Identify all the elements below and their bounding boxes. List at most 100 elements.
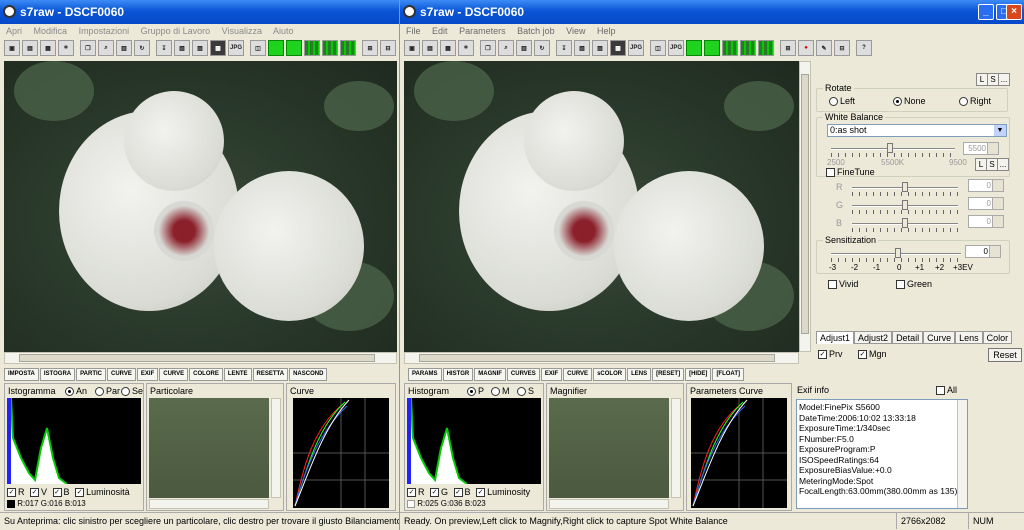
hist-mode-s[interactable]: S xyxy=(517,386,534,397)
menu-impostazioni[interactable]: Impostazioni xyxy=(79,26,130,36)
jpg2-icon[interactable]: JPG xyxy=(668,40,684,56)
view-grid1-icon[interactable] xyxy=(304,40,320,56)
tab-curve[interactable]: CURVE xyxy=(107,368,136,381)
hist-mode-p[interactable]: P xyxy=(467,386,484,397)
tiles-icon[interactable]: ⊟ xyxy=(834,40,850,56)
fine-r-slider[interactable] xyxy=(852,182,958,192)
tab-lens[interactable]: Lens xyxy=(955,331,983,344)
print-icon[interactable]: ▦ xyxy=(440,40,456,56)
rotate-none[interactable]: None xyxy=(893,96,926,107)
copy-icon[interactable]: ❐ xyxy=(80,40,96,56)
menu-parameters[interactable]: Parameters xyxy=(459,26,506,36)
fine-b-field[interactable]: 0 xyxy=(968,215,1004,228)
right-preview-image[interactable] xyxy=(404,61,799,352)
check-b[interactable]: ✓ B xyxy=(453,487,471,498)
magnifier-vscroll[interactable] xyxy=(671,398,681,498)
batch-icon[interactable]: ▥ xyxy=(116,40,132,56)
export3-icon[interactable]: ▨ xyxy=(192,40,208,56)
menu-aiuto[interactable]: Aiuto xyxy=(273,26,294,36)
tab-curve2[interactable]: CURVE xyxy=(159,368,189,381)
fine-g-slider[interactable] xyxy=(852,200,958,210)
wb-kelvin-field[interactable]: 5500 xyxy=(963,142,999,155)
right-title-bar[interactable]: s7raw - DSCF0060 _ □ × xyxy=(400,0,1024,24)
tab-curve[interactable]: Curve xyxy=(923,331,956,344)
detail-vscroll[interactable] xyxy=(271,398,281,498)
crop-icon[interactable]: ⌗ xyxy=(458,40,474,56)
export4-icon[interactable]: ▩ xyxy=(610,40,626,56)
picker-icon[interactable]: ✎ xyxy=(816,40,832,56)
menu-modifica[interactable]: Modifica xyxy=(34,26,68,36)
right-preview-vscrollbar[interactable] xyxy=(799,61,811,352)
tab-scolor[interactable]: sCOLOR xyxy=(593,368,627,381)
export-icon[interactable]: ↧ xyxy=(156,40,172,56)
rotate-left[interactable]: Left xyxy=(829,96,855,107)
check-r[interactable]: ✓ R xyxy=(7,487,25,498)
tab-color[interactable]: Color xyxy=(982,331,1013,344)
wb-slider[interactable] xyxy=(831,143,955,153)
fine-g-field[interactable]: 0 xyxy=(968,197,1004,210)
check-lum[interactable]: ✓ Luminosity xyxy=(476,487,530,498)
tab-istogra[interactable]: ISTOGRA xyxy=(39,368,76,381)
layout-icon[interactable]: ◫ xyxy=(650,40,666,56)
view-grid3-icon[interactable] xyxy=(758,40,774,56)
crop-icon[interactable]: ⌗ xyxy=(58,40,74,56)
tab-hide[interactable]: [HIDE] xyxy=(685,368,712,381)
detail-view[interactable] xyxy=(149,398,269,498)
tab-colore[interactable]: COLORE xyxy=(189,368,223,381)
view-grid2-icon[interactable] xyxy=(740,40,756,56)
view-green1-icon[interactable] xyxy=(686,40,702,56)
tab-adjust2[interactable]: Adjust2 xyxy=(854,331,893,344)
export3-icon[interactable]: ▨ xyxy=(592,40,608,56)
check-g[interactable]: ✓ G xyxy=(430,487,448,498)
batch-icon[interactable]: ▥ xyxy=(516,40,532,56)
fine-r-field[interactable]: 0 xyxy=(968,179,1004,192)
tab-histgr[interactable]: HISTGR xyxy=(442,368,474,381)
vivid-check[interactable]: Vivid xyxy=(828,279,858,290)
tiles-icon[interactable]: ⊟ xyxy=(380,40,396,56)
help-icon[interactable]: ? xyxy=(856,40,872,56)
check-b[interactable]: ✓ B xyxy=(52,487,70,498)
tab-lens[interactable]: LENS xyxy=(627,368,652,381)
sens-slider[interactable] xyxy=(831,248,961,258)
open-icon[interactable]: ▣ xyxy=(4,40,20,56)
zoom-icon[interactable]: ⌕ xyxy=(98,40,114,56)
tab-exif[interactable]: EXIF xyxy=(540,368,563,381)
print-icon[interactable]: ▦ xyxy=(40,40,56,56)
tab-magnif[interactable]: MAGNIF xyxy=(474,368,506,381)
tab-resetta[interactable]: RESETTA xyxy=(252,368,289,381)
zoom-icon[interactable]: ⌕ xyxy=(498,40,514,56)
tab-adjust1[interactable]: Adjust1 xyxy=(816,331,855,344)
view-grid2-icon[interactable] xyxy=(322,40,338,56)
more-button[interactable]: ... xyxy=(998,73,1010,86)
menu-visualizza[interactable]: Visualizza xyxy=(222,26,262,36)
export2-icon[interactable]: ▧ xyxy=(174,40,190,56)
left-preview-scrollbar[interactable] xyxy=(4,352,397,364)
view-green1-icon[interactable] xyxy=(268,40,284,56)
hist-mode-an[interactable]: An xyxy=(65,386,87,397)
view-green2-icon[interactable] xyxy=(286,40,302,56)
hist-mode-se[interactable]: Se xyxy=(121,386,143,397)
menu-batch-job[interactable]: Batch job xyxy=(517,26,555,36)
layout-icon[interactable]: ◫ xyxy=(250,40,266,56)
open-icon[interactable]: ▣ xyxy=(404,40,420,56)
tab-exif[interactable]: EXIF xyxy=(136,368,159,381)
prv-check[interactable]: ✓ Prv xyxy=(818,349,843,360)
wb-select[interactable]: 0:as shot ▼ xyxy=(827,124,1007,137)
view-green2-icon[interactable] xyxy=(704,40,720,56)
color-icon[interactable]: ● xyxy=(798,40,814,56)
menu-help[interactable]: Help xyxy=(597,26,616,36)
tab-float[interactable]: [FLOAT] xyxy=(712,368,744,381)
fine-b-slider[interactable] xyxy=(852,218,958,228)
export-icon[interactable]: ↧ xyxy=(556,40,572,56)
tab-imposta[interactable]: IMPOSTA xyxy=(4,368,39,381)
split-icon[interactable]: ⊞ xyxy=(362,40,378,56)
detail-hscroll[interactable] xyxy=(149,499,269,509)
minimize-button[interactable]: _ xyxy=(978,4,994,20)
exif-all-check[interactable]: All xyxy=(936,385,957,396)
menu-file[interactable]: File xyxy=(406,26,421,36)
rotate-icon[interactable]: ↻ xyxy=(134,40,150,56)
save-icon[interactable]: ▤ xyxy=(22,40,38,56)
menu-view[interactable]: View xyxy=(566,26,585,36)
hist-mode-par[interactable]: Par xyxy=(95,386,120,397)
check-v[interactable]: ✓ V xyxy=(30,487,47,498)
